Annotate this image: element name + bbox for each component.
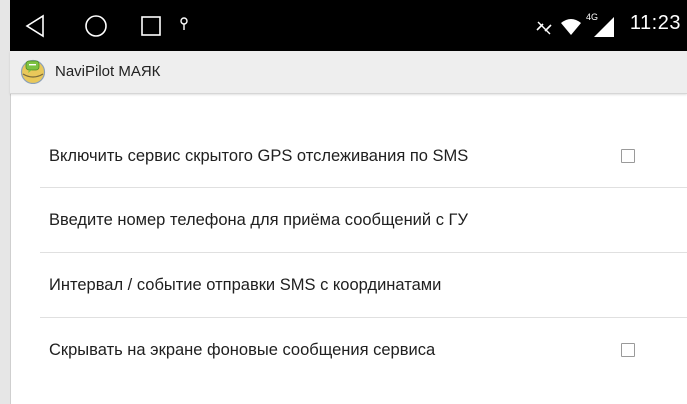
enable-gps-tracking-checkbox[interactable]: [621, 149, 635, 163]
wifi-icon: [561, 19, 581, 35]
status-clock: 11:23: [629, 12, 681, 34]
app-title: NaviPilot МАЯК: [55, 63, 161, 80]
setting-label: Введите номер телефона для приёма сообще…: [49, 210, 468, 229]
status-bar: 4G 11:23: [10, 0, 687, 51]
setting-phone-number[interactable]: Введите номер телефона для приёма сообще…: [40, 188, 635, 252]
app-logo-icon: [20, 59, 46, 84]
location-icon: [180, 17, 188, 30]
setting-enable-gps-tracking[interactable]: Включить сервис скрытого GPS отслеживани…: [40, 124, 635, 188]
setting-sms-interval[interactable]: Интервал / событие отправки SMS с коорди…: [40, 253, 635, 317]
hide-background-messages-checkbox[interactable]: [621, 343, 635, 357]
status-icons: 4G: [534, 12, 614, 38]
data-off-icon: [536, 21, 552, 35]
setting-label: Интервал / событие отправки SMS с коорди…: [49, 275, 442, 294]
signal-indicator: 4G: [586, 12, 614, 37]
setting-hide-background-messages[interactable]: Скрывать на экране фоновые сообщения сер…: [40, 318, 635, 382]
app-bar: NaviPilot МАЯК: [10, 51, 687, 94]
back-icon[interactable]: [24, 14, 46, 38]
recents-icon[interactable]: [140, 14, 162, 38]
setting-label: Включить сервис скрытого GPS отслеживани…: [49, 146, 469, 165]
setting-label: Скрывать на экране фоновые сообщения сер…: [49, 340, 436, 359]
signal-icon: [594, 17, 614, 37]
home-icon[interactable]: [84, 14, 108, 38]
